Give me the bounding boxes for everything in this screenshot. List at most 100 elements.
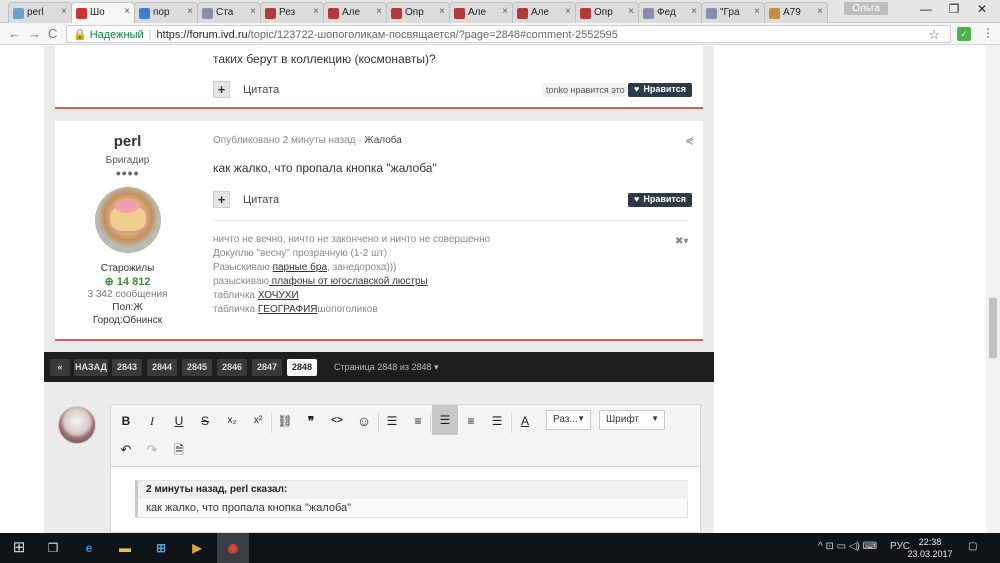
clock[interactable]: 22:38 23.03.2017 <box>906 536 954 560</box>
first-page-button[interactable]: « <box>50 359 70 376</box>
close-tab-icon[interactable]: × <box>187 6 193 17</box>
browser-tab[interactable]: perl × <box>8 2 72 23</box>
superscript-button[interactable]: x² <box>247 410 269 432</box>
author-name[interactable]: perl <box>55 133 200 150</box>
font-size-select[interactable]: Раз... ▼ <box>546 410 591 430</box>
back-icon[interactable]: ← <box>8 26 21 41</box>
signature-link[interactable]: ХОЧУХИ <box>258 290 299 301</box>
browser-tab[interactable]: Рез × <box>260 2 324 23</box>
browser-tab[interactable]: Опр × <box>386 2 450 23</box>
page-scrollbar[interactable] <box>986 46 1000 533</box>
quote-button[interactable]: Цитата <box>243 194 279 206</box>
close-tab-icon[interactable]: × <box>313 6 319 17</box>
browser-tab[interactable]: Ста × <box>197 2 261 23</box>
bold-button[interactable]: B <box>115 410 137 432</box>
browser-tab[interactable]: Але × <box>323 2 387 23</box>
reply-editor[interactable]: B I U S x₂ x² ⛓ ❞ <> ☺ ☰ ≡ ☰ ≡ ☰ A Раз..… <box>110 404 701 533</box>
multiquote-button[interactable]: + <box>213 191 230 208</box>
text-color-icon[interactable]: A <box>514 410 536 432</box>
align-left-icon[interactable]: ☰ <box>432 405 458 435</box>
redo-icon[interactable]: ↷ <box>141 439 163 461</box>
signature-link[interactable]: плафоны от югославской люстры <box>269 276 428 287</box>
code-icon[interactable]: <> <box>326 410 348 432</box>
signature-toggle-icon[interactable]: ✖▾ <box>675 236 688 247</box>
forward-icon[interactable]: → <box>28 26 41 41</box>
link-icon[interactable]: ⛓ <box>274 410 296 432</box>
page-number-button[interactable]: 2846 <box>217 359 247 376</box>
close-tab-icon[interactable]: × <box>124 6 130 17</box>
close-tab-icon[interactable]: × <box>61 6 67 17</box>
tab-label: Рез <box>279 7 296 18</box>
windows-start-icon[interactable]: ⊞ <box>10 539 28 557</box>
bulleted-list-icon[interactable]: ☰ <box>381 410 403 432</box>
undo-icon[interactable]: ↶ <box>115 439 137 461</box>
align-right-icon[interactable]: ☰ <box>486 410 508 432</box>
font-family-select[interactable]: Шрифт ▼ <box>599 410 665 430</box>
quote-icon[interactable]: ❞ <box>300 410 322 432</box>
browser-tab[interactable]: А79 × <box>764 2 828 23</box>
numbered-list-icon[interactable]: ≡ <box>407 410 429 432</box>
store-icon[interactable]: ⊞ <box>152 539 170 557</box>
favicon-icon <box>139 8 150 19</box>
chrome-icon[interactable]: ◉ <box>217 533 249 563</box>
strikethrough-button[interactable]: S <box>194 410 216 432</box>
signature-link[interactable]: ГЕОГРАФИЯ <box>258 304 318 315</box>
like-button[interactable]: ♥ Нравится <box>628 83 692 97</box>
align-center-icon[interactable]: ≡ <box>460 410 482 432</box>
browser-tab[interactable]: Опр × <box>575 2 639 23</box>
close-tab-icon[interactable]: × <box>754 6 760 17</box>
browser-tab[interactable]: Але × <box>512 2 576 23</box>
system-tray-icons[interactable]: ^ ⊡ ▭ ◁) ⌨ <box>818 541 877 552</box>
close-tab-icon[interactable]: × <box>439 6 445 17</box>
page-number-button[interactable]: 2848 <box>287 359 317 376</box>
share-icon[interactable]: ⋞ <box>685 134 694 147</box>
close-tab-icon[interactable]: × <box>250 6 256 17</box>
edge-icon[interactable]: e <box>80 539 98 557</box>
browser-tab[interactable]: пор × <box>134 2 198 23</box>
subscript-button[interactable]: x₂ <box>221 410 243 432</box>
notification-icon[interactable]: ▢ <box>968 541 977 552</box>
source-icon[interactable]: 🗎 <box>168 439 190 461</box>
browser-tab[interactable]: "Гра × <box>701 2 765 23</box>
page-number-button[interactable]: 2845 <box>182 359 212 376</box>
emoji-icon[interactable]: ☺ <box>353 410 375 432</box>
report-link[interactable]: Жалоба <box>364 135 401 146</box>
italic-button[interactable]: I <box>141 410 163 432</box>
quote-button[interactable]: Цитата <box>243 84 279 96</box>
close-tab-icon[interactable]: × <box>565 6 571 17</box>
prev-page-button[interactable]: НАЗАД <box>74 359 108 376</box>
reload-icon[interactable]: C <box>48 26 57 41</box>
close-tab-icon[interactable]: × <box>817 6 823 17</box>
browser-tab[interactable]: Шо × <box>71 2 135 23</box>
url-input[interactable]: 🔒 Надежный | https://forum.ivd.ru/topic/123… <box>66 25 951 43</box>
close-tab-icon[interactable]: × <box>502 6 508 17</box>
browser-menu-icon[interactable]: ⋮ <box>982 26 994 40</box>
browser-tab[interactable]: Але × <box>449 2 513 23</box>
avatar[interactable] <box>95 187 161 253</box>
like-button[interactable]: ♥ Нравится <box>628 193 692 207</box>
page-number-button[interactable]: 2844 <box>147 359 177 376</box>
browser-tab[interactable]: Фед × <box>638 2 702 23</box>
close-tab-icon[interactable]: × <box>691 6 697 17</box>
post-timestamp: Опубликовано 2 минуты назад <box>213 135 356 146</box>
extension-icon[interactable]: ✓ <box>957 27 971 41</box>
page-number-button[interactable]: 2843 <box>112 359 142 376</box>
media-icon[interactable]: ▶ <box>188 539 206 557</box>
close-tab-icon[interactable]: × <box>376 6 382 17</box>
minimize-button[interactable]: — <box>912 2 940 16</box>
quote-header: 2 минуты назад, perl сказал: <box>138 481 688 499</box>
bookmark-star-icon[interactable]: ☆ <box>928 27 940 43</box>
user-badge[interactable]: Ольга <box>844 2 888 15</box>
signature-link[interactable]: парные бра <box>273 262 327 273</box>
close-window-button[interactable]: ✕ <box>968 2 996 16</box>
page-number-button[interactable]: 2847 <box>252 359 282 376</box>
likes-meta[interactable]: tonko нравится это <box>542 83 629 97</box>
page-info-dropdown[interactable]: Страница 2848 из 2848 ▾ <box>334 362 439 373</box>
maximize-button[interactable]: ❐ <box>940 2 968 16</box>
close-tab-icon[interactable]: × <box>628 6 634 17</box>
multiquote-button[interactable]: + <box>213 81 230 98</box>
scroll-thumb[interactable] <box>989 298 997 358</box>
underline-button[interactable]: U <box>168 410 190 432</box>
task-view-icon[interactable]: ❐ <box>44 539 62 557</box>
explorer-icon[interactable]: ▬ <box>116 539 134 557</box>
